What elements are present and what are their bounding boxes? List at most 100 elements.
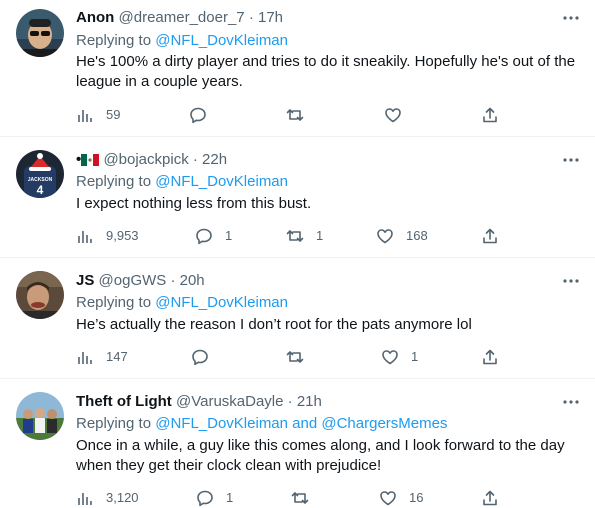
retweet-count: 1	[316, 228, 324, 243]
share-icon	[483, 490, 497, 506]
tweet-header: JS @ogGWS · 20h	[76, 271, 205, 291]
like-button[interactable]: 1	[381, 347, 418, 367]
reply-icon	[192, 349, 208, 366]
heart-icon	[382, 350, 398, 365]
action-bar: 147 1	[76, 347, 586, 367]
share-icon	[483, 107, 497, 123]
views-button[interactable]: 147	[76, 347, 128, 367]
tweet-card[interactable]: JS @ogGWS · 20h Replying to @NFL_DovKlei…	[0, 259, 595, 379]
like-count: 1	[411, 349, 419, 364]
retweet-button[interactable]	[286, 105, 316, 125]
separator: ·	[170, 272, 176, 289]
avatar[interactable]: JACKSON 4	[16, 150, 64, 198]
replying-to: Replying to @NFL_DovKleiman	[76, 31, 288, 51]
reply-icon	[190, 107, 206, 124]
display-name[interactable]: Anon	[76, 9, 114, 26]
share-button[interactable]	[481, 347, 499, 367]
user-handle[interactable]: @ogGWS	[99, 272, 167, 289]
share-button[interactable]	[481, 488, 499, 508]
views-button[interactable]: 9,953	[76, 226, 139, 246]
replying-label: Replying to	[76, 173, 152, 190]
mention-link[interactable]: @NFL_DovKleiman	[155, 173, 288, 190]
like-count: 16	[409, 490, 424, 505]
reply-button[interactable]	[189, 105, 219, 125]
reply-count: 1	[226, 490, 234, 505]
tweet-card[interactable]: Theft of Light @VaruskaDayle · 21h Reply…	[0, 380, 595, 507]
timestamp[interactable]: 21h	[297, 393, 322, 410]
display-name[interactable]: Theft of Light	[76, 393, 172, 410]
user-handle[interactable]: @bojackpick	[103, 151, 188, 168]
retweet-button[interactable]	[291, 488, 321, 508]
timestamp[interactable]: 20h	[180, 272, 205, 289]
views-count: 147	[106, 349, 128, 364]
mexico-flag-icon	[81, 152, 100, 172]
user-handle[interactable]: @dreamer_doer_7	[119, 9, 245, 26]
like-button[interactable]	[384, 105, 414, 125]
share-button[interactable]	[481, 105, 499, 125]
separator: ·	[287, 393, 293, 410]
action-bar: 3,120 1 16	[76, 488, 586, 508]
separator: ·	[192, 151, 198, 168]
views-button[interactable]: 59	[76, 105, 120, 125]
replying-to: Replying to @NFL_DovKleiman	[76, 172, 288, 192]
user-handle[interactable]: @VaruskaDayle	[176, 393, 284, 410]
more-options-icon[interactable]	[561, 390, 581, 410]
views-count: 3,120	[106, 490, 139, 505]
more-options-icon[interactable]	[561, 269, 581, 289]
share-icon	[483, 228, 497, 244]
more-options-icon[interactable]	[561, 148, 581, 168]
heart-icon	[380, 491, 396, 506]
reply-icon	[196, 228, 212, 245]
reply-button[interactable]: 1	[196, 488, 233, 508]
views-count: 9,953	[106, 228, 139, 243]
avatar[interactable]	[16, 9, 64, 57]
share-button[interactable]	[481, 226, 499, 246]
action-bar: 59	[76, 105, 586, 125]
reply-count: 1	[225, 228, 233, 243]
replying-to: Replying to @NFL_DovKleiman	[76, 293, 288, 313]
tweet-header: Theft of Light @VaruskaDayle · 21h	[76, 392, 322, 412]
replying-to: Replying to @NFL_DovKleiman and @Charger…	[76, 414, 447, 434]
like-button[interactable]: 168	[376, 226, 428, 246]
reply-icon	[197, 490, 213, 507]
retweet-icon	[286, 109, 304, 121]
replying-label: Replying to	[76, 294, 152, 311]
views-icon	[78, 231, 92, 243]
retweet-button[interactable]: 1	[286, 226, 323, 246]
like-count: 168	[406, 228, 428, 243]
views-icon	[78, 110, 92, 122]
display-name[interactable]: JS	[76, 272, 94, 289]
tweet-text: He's 100% a dirty player and tries to do…	[76, 53, 576, 90]
mention-link[interactable]: @NFL_DovKleiman	[155, 32, 288, 49]
reply-button[interactable]	[191, 347, 221, 367]
like-button[interactable]: 16	[379, 488, 423, 508]
timestamp[interactable]: 17h	[258, 9, 283, 26]
retweet-icon	[286, 351, 304, 363]
retweet-icon	[291, 492, 309, 504]
tweet-header: Anon @dreamer_doer_7 · 17h	[76, 8, 283, 28]
heart-icon	[385, 108, 401, 123]
avatar[interactable]	[16, 271, 64, 319]
action-bar: 9,953 1 1 168	[76, 226, 586, 246]
retweet-button[interactable]	[286, 347, 316, 367]
views-icon	[78, 493, 92, 505]
tweet-card[interactable]: JACKSON 4 • @bojackpick · 22h Replying t…	[0, 138, 595, 258]
replying-and: and	[292, 415, 318, 432]
heart-icon	[377, 229, 393, 244]
more-options-icon[interactable]	[561, 6, 581, 26]
avatar[interactable]	[16, 392, 64, 440]
replying-label: Replying to	[76, 415, 152, 432]
reply-button[interactable]: 1	[195, 226, 232, 246]
jersey-number: 4	[37, 183, 44, 197]
mention-link[interactable]: @NFL_DovKleiman	[155, 415, 288, 432]
separator: ·	[248, 9, 254, 26]
mention-link[interactable]: @NFL_DovKleiman	[155, 294, 288, 311]
views-button[interactable]: 3,120	[76, 488, 139, 508]
views-icon	[78, 352, 92, 364]
tweet-card[interactable]: Anon @dreamer_doer_7 · 17h Replying to @…	[0, 0, 595, 137]
tweet-text: I expect nothing less from this bust.	[76, 195, 312, 212]
views-count: 59	[106, 107, 121, 122]
mention-link-2[interactable]: @ChargersMemes	[321, 415, 447, 432]
timestamp[interactable]: 22h	[202, 151, 227, 168]
tweet-text: Once in a while, a guy like this comes a…	[76, 437, 565, 474]
